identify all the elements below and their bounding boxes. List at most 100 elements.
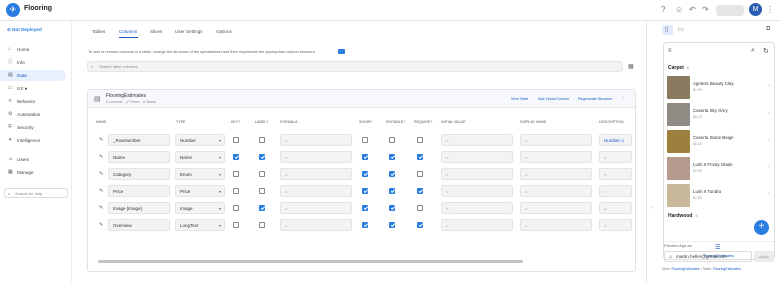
formula-field[interactable]: = xyxy=(280,219,352,231)
formula-field[interactable]: = xyxy=(280,202,352,214)
avatar[interactable]: M xyxy=(749,3,762,16)
share-user-icon[interactable]: ☺ xyxy=(675,5,683,14)
show-checkbox[interactable] xyxy=(362,137,368,143)
formula-field[interactable]: = xyxy=(280,134,352,146)
sidebar-item-home[interactable]: ⌂ Home xyxy=(0,44,66,55)
editable-checkbox[interactable] xyxy=(389,154,395,160)
edit-icon[interactable]: ✎ xyxy=(99,188,103,194)
description-field[interactable]: = xyxy=(599,202,632,214)
table-link[interactable]: FlooringEstimates xyxy=(713,267,741,271)
initial-value-field[interactable]: = xyxy=(441,185,513,197)
list-item[interactable]: Lush II Frosty Glade $2.95 › xyxy=(664,156,774,181)
sidebar-item-users[interactable]: ☺ Users xyxy=(0,154,66,165)
add-fab-button[interactable]: + xyxy=(754,220,769,235)
list-icon[interactable]: ☰ xyxy=(715,244,720,251)
editable-checkbox[interactable] xyxy=(389,222,395,228)
sidebar-item-manage[interactable]: ▦ Manage xyxy=(0,167,66,178)
column-type-select[interactable]: LongText ▾ xyxy=(175,219,225,231)
search-help-input[interactable]: ⌕ Search for help xyxy=(4,188,68,198)
sidebar-item-ux[interactable]: ▭ UX ● xyxy=(0,83,66,94)
initial-value-field[interactable]: = xyxy=(441,219,513,231)
column-type-select[interactable]: Name ▾ xyxy=(175,151,225,163)
label-checkbox[interactable] xyxy=(259,222,265,228)
undo-icon[interactable]: ↶ xyxy=(689,5,696,14)
tablet-icon[interactable]: ▭ xyxy=(678,26,684,33)
column-name-field[interactable]: Name xyxy=(108,151,170,163)
tab-columns[interactable]: Columns xyxy=(119,29,137,34)
collapse-preview-icon[interactable]: ‹ xyxy=(651,205,653,211)
display-name-field[interactable]: = xyxy=(520,168,592,180)
require-checkbox[interactable] xyxy=(417,171,423,177)
preview-email-input[interactable]: ☺ martin.heller@gmail.com xyxy=(664,251,752,262)
require-checkbox[interactable] xyxy=(417,188,423,194)
label-checkbox[interactable] xyxy=(259,171,265,177)
sidebar-item-behavior[interactable]: ≺ Behavior xyxy=(0,96,66,107)
tab-user-settings[interactable]: User Settings xyxy=(175,29,203,34)
column-type-select[interactable]: Number ▾ xyxy=(175,134,225,146)
description-field[interactable]: = xyxy=(599,185,632,197)
view-link[interactable]: FlooringEstimates xyxy=(671,267,699,271)
tab-options[interactable]: Options xyxy=(216,29,232,34)
initial-value-field[interactable]: = xyxy=(441,134,513,146)
require-checkbox[interactable] xyxy=(417,137,423,143)
initial-value-field[interactable]: = xyxy=(441,202,513,214)
edit-icon[interactable]: ✎ xyxy=(99,171,103,177)
editable-checkbox[interactable] xyxy=(389,171,395,177)
list-item[interactable]: Caserta Sky Grey $6.15 › xyxy=(664,102,774,127)
editable-checkbox[interactable] xyxy=(389,188,395,194)
formula-field[interactable]: = xyxy=(280,185,352,197)
show-checkbox[interactable] xyxy=(362,154,368,160)
display-name-field[interactable]: = xyxy=(520,151,592,163)
edit-icon[interactable]: ✎ xyxy=(99,205,103,211)
column-name-field[interactable]: Category xyxy=(108,168,170,180)
help-icon[interactable]: ? xyxy=(661,5,665,14)
show-checkbox[interactable] xyxy=(362,171,368,177)
column-name-field[interactable]: Price xyxy=(108,185,170,197)
search-columns-input[interactable]: ⌕ Search table columns xyxy=(87,61,623,72)
edit-icon[interactable]: ✎ xyxy=(99,222,103,228)
initial-value-field[interactable]: = xyxy=(441,168,513,180)
regenerate-shortcut-button[interactable] xyxy=(338,49,345,54)
display-name-field[interactable]: = xyxy=(520,185,592,197)
sidebar-item-info[interactable]: ⓘ Info xyxy=(0,57,66,68)
save-button[interactable] xyxy=(716,5,744,16)
require-checkbox[interactable] xyxy=(417,222,423,228)
key-checkbox[interactable] xyxy=(233,171,239,177)
app-logo-icon[interactable]: ✈ xyxy=(6,3,20,17)
label-checkbox[interactable] xyxy=(259,137,265,143)
require-checkbox[interactable] xyxy=(417,154,423,160)
list-item[interactable]: Caserta Stone Beige $5.15 › xyxy=(664,129,774,154)
tab-slices[interactable]: Slices xyxy=(150,29,162,34)
display-name-field[interactable]: = xyxy=(520,134,592,146)
sidebar-item-automation[interactable]: ⚙ Automation xyxy=(0,109,66,120)
edit-icon[interactable]: ✎ xyxy=(99,154,103,160)
sort-icon[interactable]: ≡ xyxy=(668,48,672,54)
column-type-select[interactable]: Price ▾ xyxy=(175,185,225,197)
column-name-field[interactable]: Image [Image] xyxy=(108,202,170,214)
sidebar-item-data[interactable]: ▤ Data xyxy=(0,70,66,81)
show-checkbox[interactable] xyxy=(362,188,368,194)
redo-icon[interactable]: ↷ xyxy=(702,5,709,14)
description-field[interactable]: = xyxy=(599,168,632,180)
require-checkbox[interactable] xyxy=(417,205,423,211)
more-vert-icon[interactable]: ⋮ xyxy=(766,5,774,14)
search-icon[interactable]: ⌕ xyxy=(751,47,755,55)
key-checkbox[interactable] xyxy=(233,205,239,211)
column-name-field[interactable]: Overview xyxy=(108,219,170,231)
column-name-field[interactable]: _RowNumber xyxy=(108,134,170,146)
show-checkbox[interactable] xyxy=(362,205,368,211)
formula-field[interactable]: = xyxy=(280,151,352,163)
layout-toggle-icon[interactable]: ▦ xyxy=(628,63,634,70)
sidebar-item-intelligence[interactable]: ✦ Intelligence xyxy=(0,135,66,146)
key-checkbox[interactable] xyxy=(233,222,239,228)
view-table-button[interactable]: View Table xyxy=(511,97,528,101)
label-checkbox[interactable] xyxy=(259,205,265,211)
editable-checkbox[interactable] xyxy=(389,205,395,211)
tab-tables[interactable]: Tables xyxy=(92,29,105,34)
display-name-field[interactable]: = xyxy=(520,219,592,231)
refresh-icon[interactable]: ↻ xyxy=(763,47,769,55)
description-field[interactable]: Number o xyxy=(599,134,632,146)
regenerate-structure-button[interactable]: Regenerate Structure xyxy=(578,97,612,101)
collapse-icon[interactable]: ⌃ xyxy=(622,97,625,101)
apply-button[interactable]: Apply xyxy=(754,251,774,262)
